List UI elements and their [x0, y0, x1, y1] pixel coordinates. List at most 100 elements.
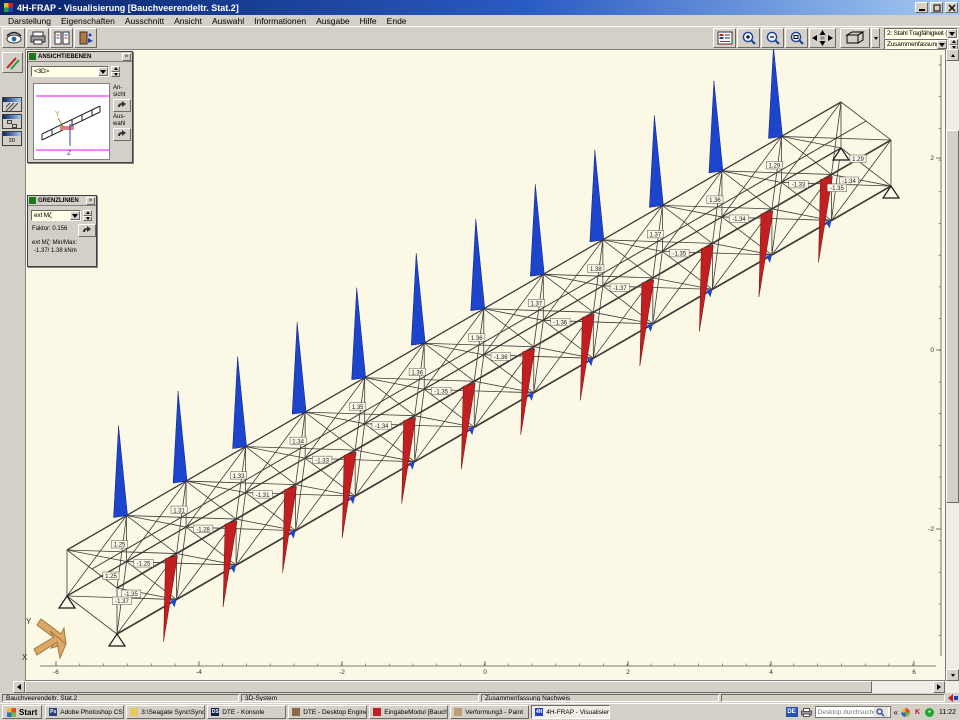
- grenzlinien-panel-title: GRENZLINIEN: [38, 198, 86, 204]
- svg-text:-1.35: -1.35: [830, 186, 844, 192]
- auswahl-refresh-button[interactable]: [113, 128, 131, 141]
- ansicht-panel-titlebar[interactable]: ANSICHT/EBENEN ×: [28, 52, 132, 62]
- taskbar-task[interactable]: 3:\Seagate Sync\SyncRe...: [126, 705, 205, 719]
- scroll-right-button[interactable]: [933, 681, 945, 693]
- zoom-out-button[interactable]: [761, 28, 784, 48]
- loadcase-combo-value: 2: Stahl Tragfähigkeit (Th. 2. O: [885, 30, 947, 37]
- ansicht-refresh-button[interactable]: [113, 99, 131, 112]
- taskbar-task[interactable]: 4H4H-FRAP - Visualisier...: [531, 705, 610, 719]
- mini-palette-grid[interactable]: [2, 114, 22, 129]
- moment-value-label: 1.29: [766, 161, 782, 169]
- menu-item-informationen[interactable]: Informationen: [249, 16, 311, 26]
- menu-item-ausschnitt[interactable]: Ausschnitt: [120, 16, 169, 26]
- menu-item-ansicht[interactable]: Ansicht: [169, 16, 207, 26]
- svg-text:1.37: 1.37: [650, 233, 662, 239]
- taskbar-task[interactable]: EingabeModul [Bauchvee...: [369, 705, 448, 719]
- close-button[interactable]: [945, 2, 958, 13]
- menu-item-hilfe[interactable]: Hilfe: [355, 16, 382, 26]
- hatch-icon: [6, 103, 18, 111]
- svg-text:-1.34: -1.34: [375, 424, 389, 430]
- faktor-refresh-button[interactable]: [78, 224, 96, 237]
- zoom-window-icon: [789, 31, 805, 46]
- pages-button[interactable]: [50, 28, 73, 48]
- svg-text:1.38: 1.38: [590, 267, 602, 273]
- view-preview[interactable]: Y Z: [33, 83, 110, 160]
- hscroll-thumb[interactable]: [25, 681, 872, 693]
- keyboard-layout-badge[interactable]: DE: [786, 707, 798, 717]
- spin-down-button[interactable]: [111, 72, 120, 78]
- menu-item-eigenschaften[interactable]: Eigenschaften: [56, 16, 120, 26]
- moment-value-label: -1.34: [729, 215, 749, 223]
- mini-palette-3d[interactable]: 3D: [2, 131, 22, 146]
- search-magnifier-button[interactable]: [874, 707, 888, 717]
- scroll-up-button[interactable]: [946, 49, 959, 61]
- maximize-button[interactable]: [930, 2, 943, 13]
- moment-value-label: 1.36: [469, 334, 485, 342]
- menu-item-auswahl[interactable]: Auswahl: [207, 16, 249, 26]
- taskbar-task[interactable]: PsAdobe Photoshop CS3 E...: [45, 705, 124, 719]
- loadcase-dropdown-arrow[interactable]: [947, 29, 957, 38]
- desktop-search[interactable]: [815, 706, 891, 718]
- resultview-dropdown-arrow[interactable]: [937, 40, 947, 49]
- ansicht-close-button[interactable]: ×: [122, 53, 131, 61]
- result-component-combo[interactable]: ext Mζ: [31, 210, 81, 221]
- taskbar-task-label: 3:\Seagate Sync\SyncRe...: [141, 709, 205, 716]
- tray-status-icon[interactable]: ●: [925, 708, 934, 717]
- horizontal-ruler: -6-4-20246: [40, 661, 936, 676]
- chord-moment-mark: [349, 496, 355, 504]
- view-combo-arrow[interactable]: [98, 67, 108, 76]
- view-3d-button[interactable]: [840, 28, 870, 48]
- view-combo[interactable]: <3D>: [31, 66, 109, 77]
- print-button[interactable]: [26, 28, 49, 48]
- frap-icon: 4H: [535, 708, 543, 716]
- scroll-left-button[interactable]: [13, 681, 25, 693]
- moment-envelope-positive: [411, 253, 425, 345]
- taskbar-task[interactable]: DTE - Desktop Engineeri...: [288, 705, 367, 719]
- view-eye-button[interactable]: [2, 28, 25, 48]
- minimize-button[interactable]: [915, 2, 928, 13]
- start-button[interactable]: Start: [2, 705, 42, 719]
- grenzlinien-panel-titlebar[interactable]: GRENZLINIEN ×: [28, 196, 96, 206]
- tray-windows-icon[interactable]: [901, 708, 910, 717]
- ruler-tick-label: -2: [339, 669, 345, 676]
- search-icon: [876, 708, 885, 717]
- tray-antivirus-icon[interactable]: K: [913, 708, 922, 717]
- vertical-scrollbar[interactable]: [946, 49, 959, 681]
- zoom-window-button[interactable]: [785, 28, 808, 48]
- taskbar-task-label: DTE - Desktop Engineeri...: [303, 709, 367, 716]
- loadcase-combo[interactable]: 2: Stahl Tragfähigkeit (Th. 2. O: [884, 28, 958, 39]
- tray-printer-icon[interactable]: [801, 708, 812, 717]
- vertical-ruler: 20-2: [928, 55, 941, 656]
- exit-button[interactable]: [74, 28, 97, 48]
- menu-item-darstellung[interactable]: Darstellung: [3, 16, 56, 26]
- menu-item-ende[interactable]: Ende: [382, 16, 412, 26]
- desktop-search-input[interactable]: [816, 709, 874, 716]
- chord-moment-mark: [647, 324, 653, 332]
- draw-pen-button[interactable]: [2, 52, 23, 73]
- moment-value-label: -1.37: [610, 284, 630, 292]
- horizontal-scrollbar[interactable]: [13, 681, 959, 693]
- moment-envelope-positive: [590, 150, 604, 242]
- moment-value-label: 1.31: [171, 506, 187, 514]
- scroll-down-button[interactable]: [946, 669, 959, 681]
- view-3d-dropdown[interactable]: [871, 28, 880, 48]
- taskbar-task[interactable]: DSDTE - Konsole: [207, 705, 286, 719]
- spin-down-button[interactable]: [83, 216, 92, 222]
- tray-chevron[interactable]: «: [894, 708, 898, 717]
- ruler-tick-label: -2: [928, 526, 934, 533]
- mini-palette-hatch[interactable]: [2, 97, 22, 112]
- svg-text:1.31: 1.31: [173, 508, 185, 514]
- zoom-in-button[interactable]: [737, 28, 760, 48]
- vscroll-thumb[interactable]: [946, 130, 959, 503]
- grenzlinien-close-button[interactable]: ×: [86, 197, 95, 205]
- taskbar-task[interactable]: Verformung3 - Paint: [450, 705, 529, 719]
- taskbar-tasks: PsAdobe Photoshop CS3 E... 3:\Seagate Syn…: [45, 705, 612, 719]
- ruler-tick-label: -6: [53, 669, 59, 676]
- result-component-arrow[interactable]: [70, 211, 80, 220]
- menu-item-ausgabe[interactable]: Ausgabe: [311, 16, 355, 26]
- legend-button[interactable]: [713, 28, 736, 48]
- minmax-label-2: -1.37/ 1.38 kNm: [34, 248, 77, 255]
- result-component-spinner: [83, 210, 92, 221]
- taskbar-clock: 11:22: [937, 709, 958, 716]
- moment-envelope-positive: [471, 219, 485, 311]
